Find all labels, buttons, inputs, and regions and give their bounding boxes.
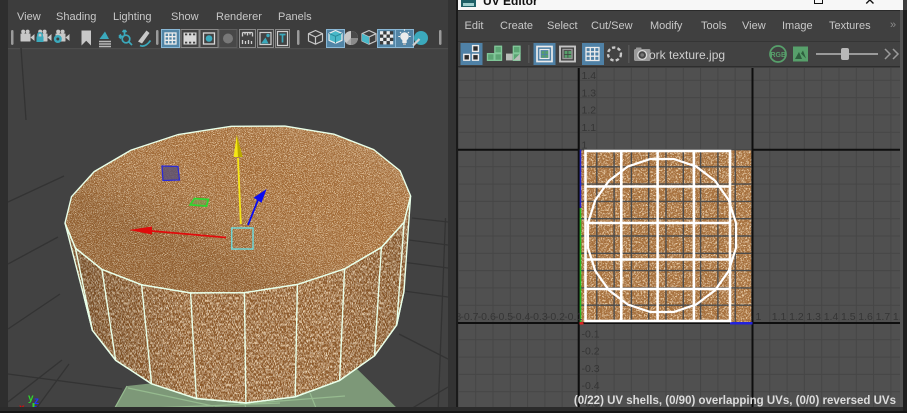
svg-text:-0.3: -0.3 (582, 363, 600, 375)
svg-text:-0.2: -0.2 (582, 346, 600, 358)
svg-text:-0.2: -0.2 (547, 311, 565, 323)
svg-text:RGB: RGB (771, 52, 787, 59)
svg-text:1.2: 1.2 (582, 105, 597, 117)
svg-text:-0.7: -0.7 (460, 311, 478, 323)
svg-text:1.2: 1.2 (789, 311, 804, 323)
svg-text:-0.4: -0.4 (512, 311, 530, 323)
svg-text:(0/22) UV shells, (0/90) overl: (0/22) UV shells, (0/90) overlapping UVs… (574, 395, 896, 407)
svg-text:-0.3: -0.3 (530, 311, 548, 323)
svg-text:1.5: 1.5 (841, 311, 856, 323)
svg-text:1.4: 1.4 (582, 70, 597, 82)
svg-text:1.3: 1.3 (582, 87, 597, 99)
svg-text:-0.5: -0.5 (495, 311, 513, 323)
svg-text:-0.1: -0.1 (564, 311, 582, 323)
svg-text:-0.1: -0.1 (582, 328, 600, 340)
svg-text:1.7: 1.7 (876, 311, 891, 323)
svg-text:1.4: 1.4 (824, 311, 839, 323)
svg-text:1.3: 1.3 (806, 311, 821, 323)
svg-text:1: 1 (582, 139, 588, 151)
svg-text:-0.4: -0.4 (582, 380, 600, 392)
svg-text:1.6: 1.6 (858, 311, 873, 323)
svg-text:1.1: 1.1 (772, 311, 787, 323)
svg-text:-0.6: -0.6 (478, 311, 496, 323)
svg-text:1.1: 1.1 (582, 122, 597, 134)
svg-text:z: z (34, 396, 39, 407)
svg-text:1: 1 (756, 311, 762, 323)
